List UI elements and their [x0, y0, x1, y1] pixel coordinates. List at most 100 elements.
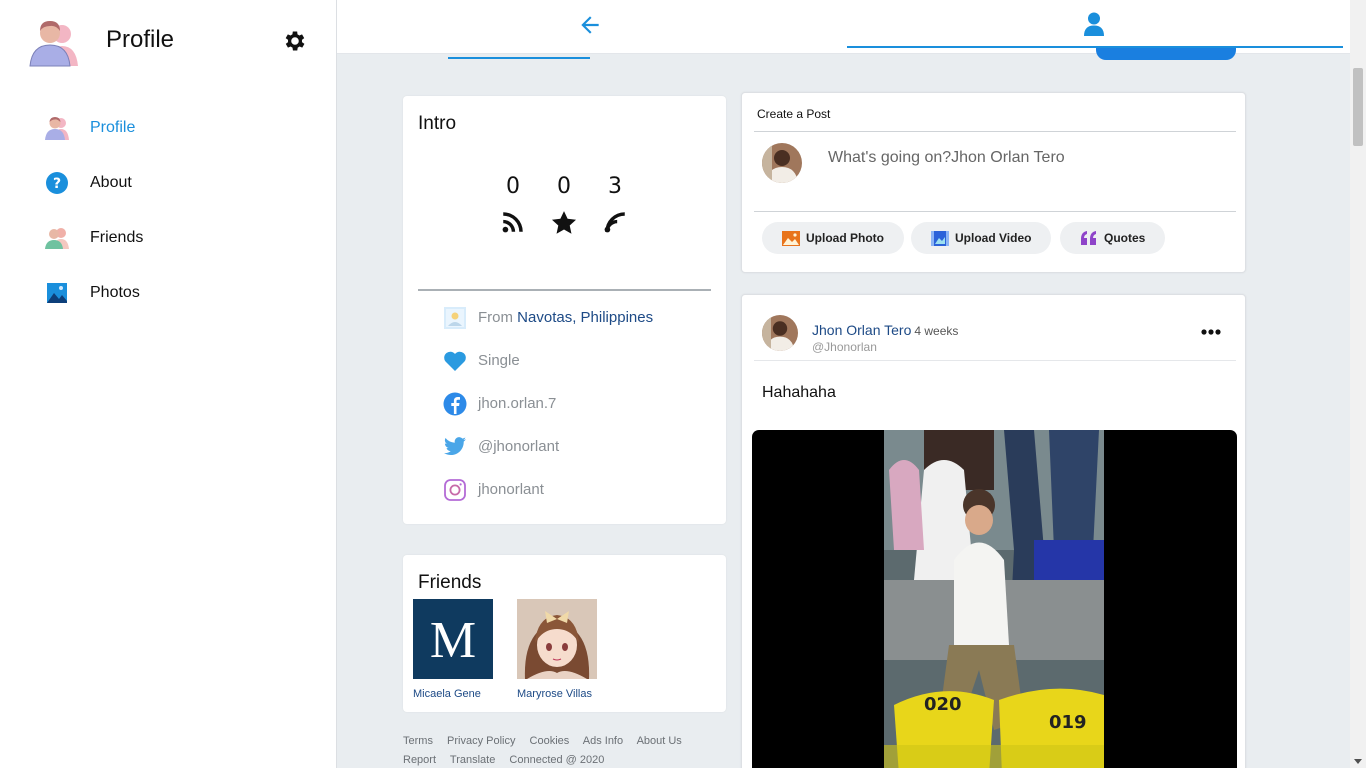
- friend-avatar[interactable]: [517, 599, 597, 679]
- twitter-link[interactable]: @jhonorlant: [478, 438, 559, 455]
- sidebar-item-friends[interactable]: Friends: [44, 210, 304, 265]
- stat-value: 3: [608, 174, 622, 199]
- quotes-label: Quotes: [1104, 231, 1146, 245]
- post-video[interactable]: 020 019: [752, 430, 1237, 768]
- footer-links: Terms Privacy Policy Cookies Ads Info Ab…: [403, 732, 733, 768]
- sidebar-item-photos[interactable]: Photos: [44, 265, 304, 320]
- location-separator: ,: [572, 309, 577, 326]
- footer-link-cookies[interactable]: Cookies: [530, 735, 570, 747]
- facebook-link[interactable]: jhon.orlan.7: [478, 395, 556, 412]
- location-icon: [443, 306, 467, 330]
- post-author-avatar[interactable]: [762, 315, 798, 351]
- scroll-down-arrow-icon[interactable]: [1354, 759, 1362, 764]
- friend-item[interactable]: M Micaela Gene: [413, 599, 493, 700]
- divider: [754, 211, 1236, 212]
- sidebar-title: Profile: [106, 26, 175, 53]
- footer-link-about[interactable]: About Us: [637, 735, 682, 747]
- friend-name[interactable]: Micaela Gene: [413, 688, 493, 700]
- friend-avatar[interactable]: M: [413, 599, 493, 679]
- tab-indicator: [448, 57, 590, 59]
- video-icon: [931, 230, 949, 246]
- tab-profile[interactable]: [847, 0, 1343, 48]
- arrow-left-icon[interactable]: [577, 12, 603, 38]
- stat-posts: 0: [493, 174, 533, 237]
- quote-icon: [1080, 230, 1098, 246]
- post-text: Hahahaha: [762, 384, 836, 401]
- instagram-icon: [443, 478, 467, 502]
- scrollbar-thumb[interactable]: [1353, 68, 1363, 146]
- avatar[interactable]: [762, 143, 802, 183]
- intro-heading: Intro: [418, 113, 457, 134]
- create-post-title: Create a Post: [757, 107, 831, 121]
- video-frame: 020 019: [884, 430, 1104, 768]
- sidebar-header: Profile: [28, 18, 318, 68]
- video-seat-number: 020: [924, 694, 962, 715]
- user-pair-icon: [44, 115, 70, 141]
- heart-icon: [443, 349, 467, 373]
- country-link[interactable]: Philippines: [581, 309, 654, 326]
- friends-icon: [44, 225, 70, 251]
- svg-text:?: ?: [53, 176, 61, 192]
- upload-video-label: Upload Video: [955, 231, 1032, 245]
- footer-link-translate[interactable]: Translate: [450, 754, 495, 766]
- star-icon: [544, 209, 584, 237]
- create-post-card: Create a Post Upload Photo Upload Video …: [741, 92, 1246, 273]
- gear-icon[interactable]: [282, 28, 308, 54]
- intro-info-list: From Navotas, Philippines Single jhon.or…: [443, 296, 713, 511]
- post-card: Jhon Orlan Tero 4 weeks @Jhonorlan Hahaha…: [741, 294, 1246, 768]
- sidebar-nav: Profile ? About Friends Photos: [44, 100, 304, 320]
- instagram-link[interactable]: jhonorlant: [478, 481, 544, 498]
- rss-icon: [493, 209, 533, 237]
- profile-logo-icon: [28, 18, 80, 68]
- sidebar-item-label: Profile: [90, 118, 136, 136]
- question-icon: ?: [44, 170, 70, 196]
- footer-copyright: Connected @ 2020: [509, 754, 605, 766]
- stat-value: 0: [506, 174, 520, 199]
- divider: [754, 131, 1236, 132]
- upload-video-button[interactable]: Upload Video: [911, 222, 1052, 254]
- page-scrollbar[interactable]: [1350, 0, 1366, 768]
- photos-icon: [44, 280, 70, 306]
- post-author-name[interactable]: Jhon Orlan Tero: [812, 322, 911, 338]
- stat-following: 3: [595, 174, 635, 237]
- sidebar: Profile Profile ? About Friends Photos: [0, 0, 337, 768]
- sidebar-item-label: About: [90, 173, 132, 191]
- post-author-handle[interactable]: @Jhonorlan: [812, 340, 877, 354]
- upload-photo-label: Upload Photo: [806, 231, 884, 245]
- hidden-action-button[interactable]: [1096, 48, 1236, 60]
- quotes-button[interactable]: Quotes: [1060, 222, 1166, 254]
- footer-link-terms[interactable]: Terms: [403, 735, 433, 747]
- relationship-text: Single: [478, 352, 520, 369]
- info-location: From Navotas, Philippines: [443, 296, 713, 339]
- facebook-icon: [443, 392, 467, 416]
- sidebar-item-profile[interactable]: Profile: [44, 100, 304, 155]
- city-link[interactable]: Navotas: [517, 309, 572, 326]
- post-timestamp: 4 weeks: [914, 324, 959, 338]
- footer-link-privacy[interactable]: Privacy Policy: [447, 735, 515, 747]
- top-bar: [337, 0, 1350, 54]
- sidebar-item-label: Friends: [90, 228, 144, 246]
- footer-link-report[interactable]: Report: [403, 754, 436, 766]
- friends-card: Friends M Micaela Gene Maryrose Villas: [403, 555, 726, 712]
- twitter-icon: [443, 435, 467, 459]
- info-facebook: jhon.orlan.7: [443, 382, 713, 425]
- info-twitter: @jhonorlant: [443, 425, 713, 468]
- sidebar-item-label: Photos: [90, 283, 140, 301]
- footer-link-ads[interactable]: Ads Info: [583, 735, 623, 747]
- stat-favorites: 0: [544, 174, 584, 237]
- photo-icon: [782, 230, 800, 246]
- info-instagram: jhonorlant: [443, 468, 713, 511]
- friend-initial: M: [430, 612, 476, 669]
- stat-value: 0: [557, 174, 571, 199]
- upload-photo-button[interactable]: Upload Photo: [762, 222, 904, 254]
- divider: [418, 289, 711, 291]
- follow-icon: [595, 209, 635, 237]
- more-options-icon[interactable]: [1200, 325, 1222, 339]
- post-input[interactable]: [828, 145, 1228, 171]
- from-label: From: [478, 309, 513, 326]
- sidebar-item-about[interactable]: ? About: [44, 155, 304, 210]
- friend-name[interactable]: Maryrose Villas: [517, 688, 597, 700]
- user-icon: [1083, 12, 1105, 36]
- friend-item[interactable]: Maryrose Villas: [517, 599, 597, 700]
- info-relationship: Single: [443, 339, 713, 382]
